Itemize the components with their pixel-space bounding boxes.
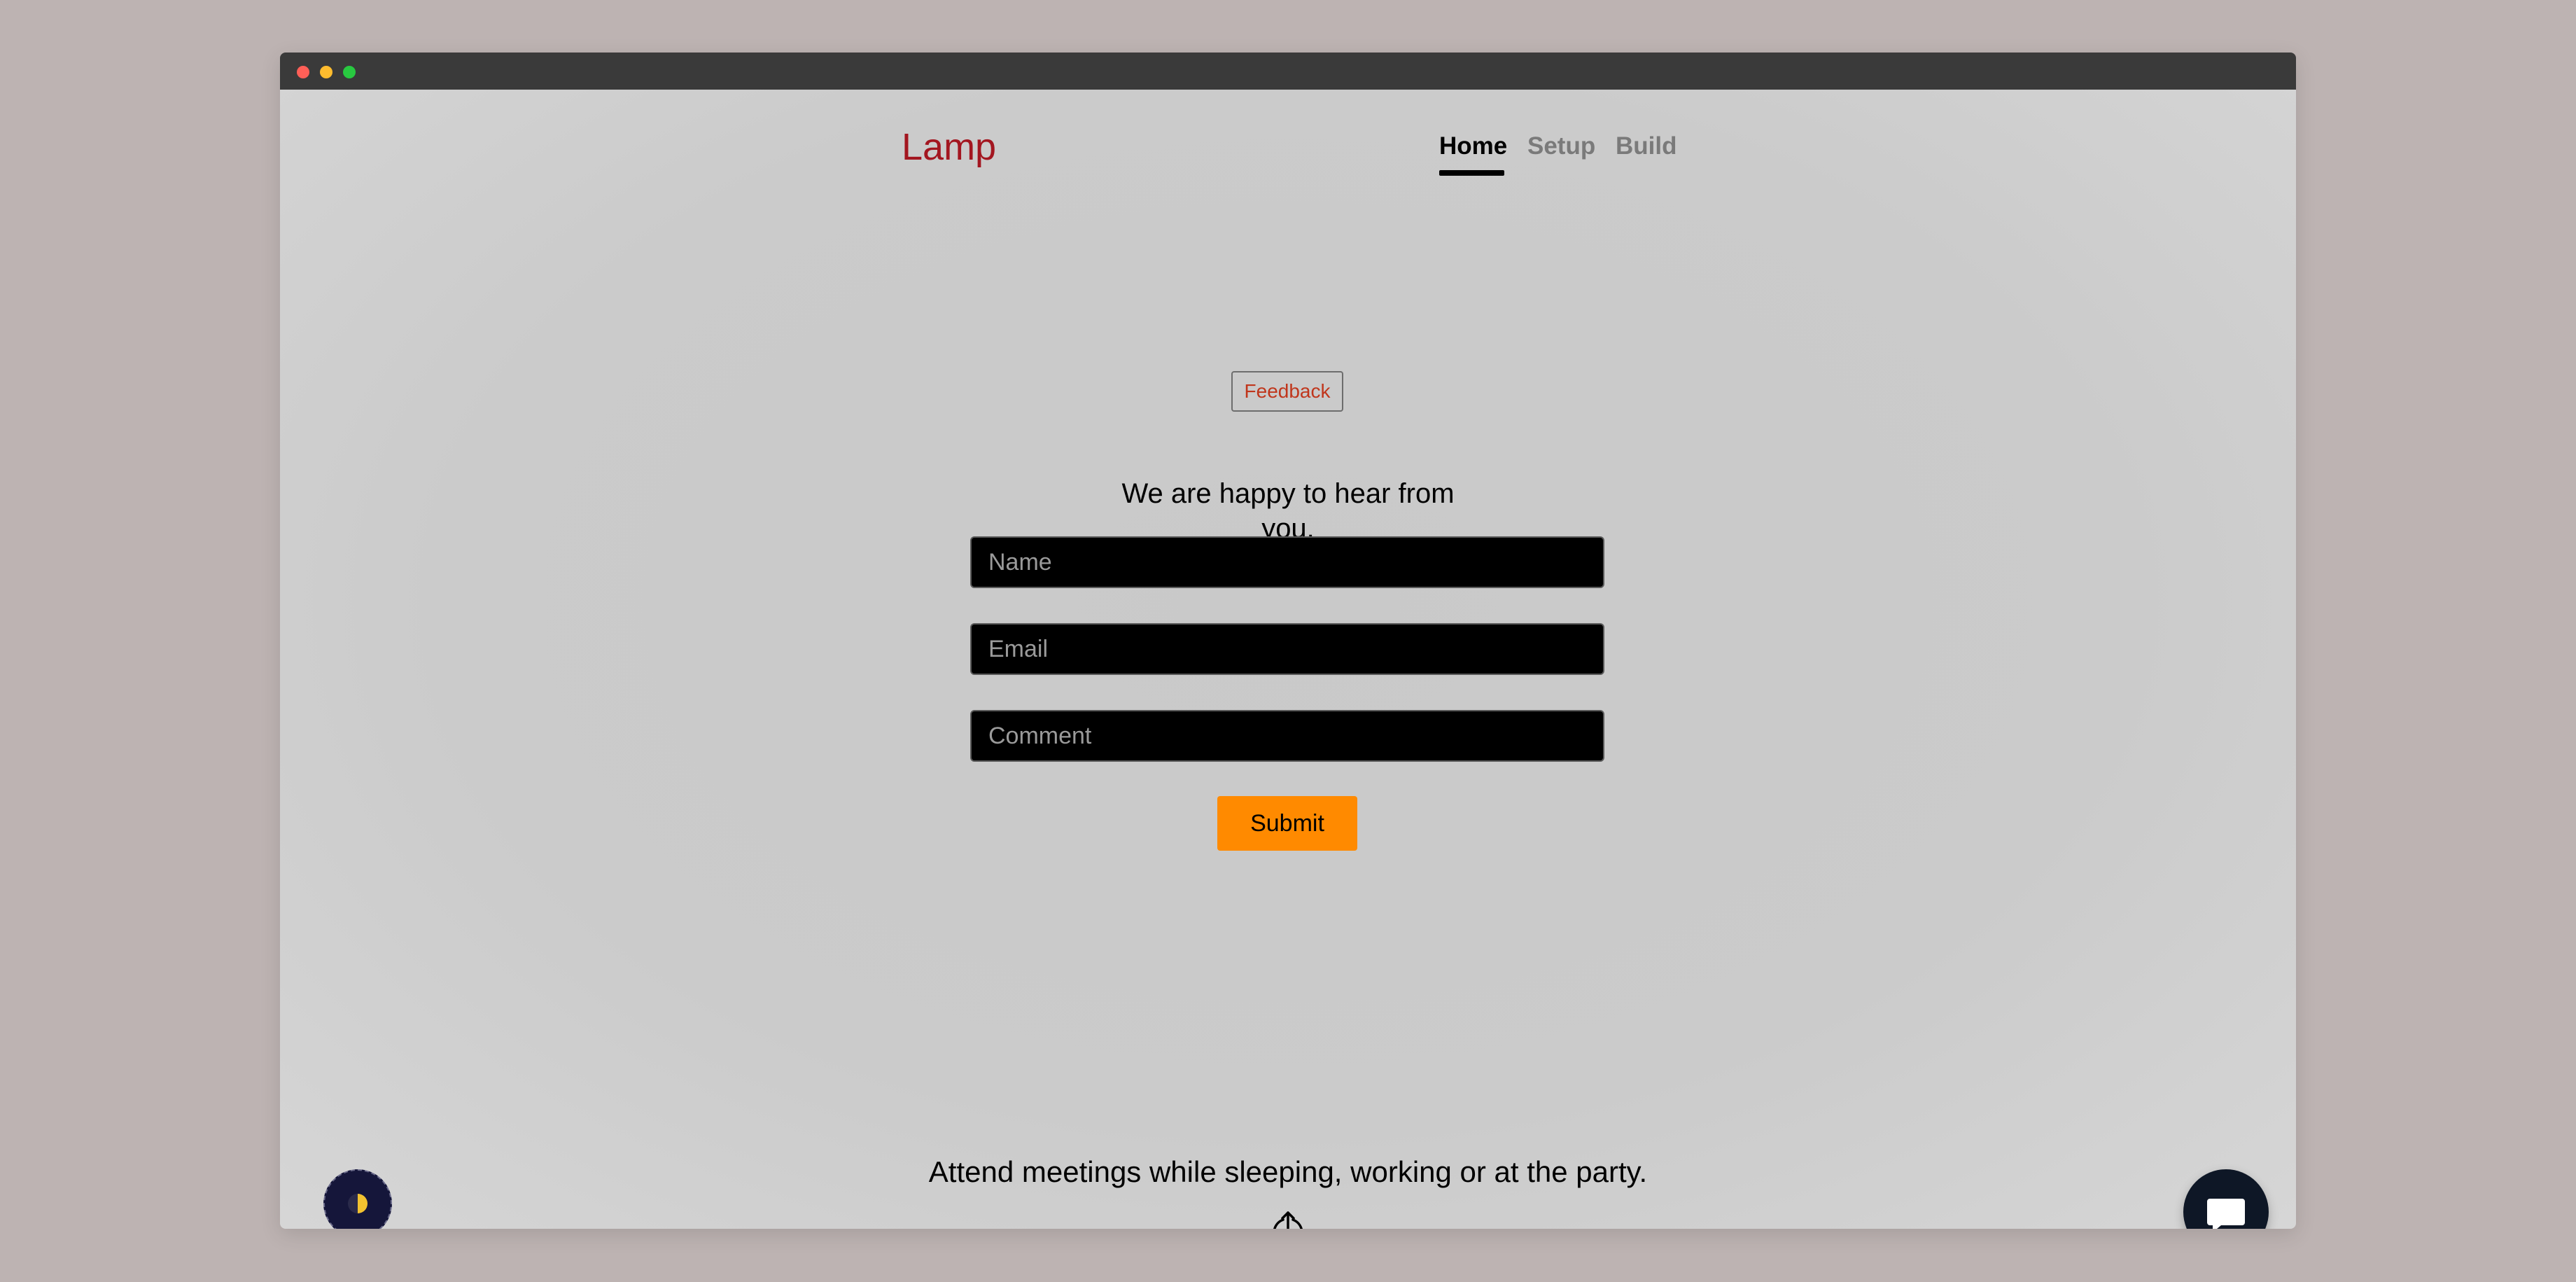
nav-item-home[interactable]: Home (1439, 131, 1507, 162)
brand-logo[interactable]: Lamp (902, 125, 996, 169)
window-titlebar (280, 53, 2296, 90)
minimize-window-button[interactable] (320, 66, 332, 78)
nav-item-setup[interactable]: Setup (1527, 131, 1595, 162)
half-moon-theme-icon (348, 1194, 368, 1213)
close-window-button[interactable] (297, 66, 309, 78)
chat-bubble-icon (2207, 1199, 2245, 1229)
nav-item-build[interactable]: Build (1616, 131, 1676, 162)
maximize-window-button[interactable] (343, 66, 356, 78)
footer-tagline: Attend meetings while sleeping, working … (928, 1155, 1648, 1188)
theme-toggle-button[interactable] (323, 1169, 392, 1229)
browser-window: Lamp Home Setup Build Feedback We are ha… (280, 53, 2296, 1229)
chat-button[interactable] (2183, 1169, 2269, 1229)
feedback-badge: Feedback (1231, 371, 1343, 412)
name-input[interactable] (970, 536, 1604, 588)
page-body: Lamp Home Setup Build Feedback We are ha… (280, 90, 2296, 1229)
submit-button[interactable]: Submit (1217, 796, 1357, 851)
email-input[interactable] (970, 623, 1604, 675)
feedback-heading: We are happy to hear from you. (1121, 478, 1455, 544)
nav-active-indicator (1439, 170, 1504, 176)
comment-input[interactable] (970, 710, 1604, 762)
share-upload-icon[interactable] (1269, 1208, 1307, 1229)
